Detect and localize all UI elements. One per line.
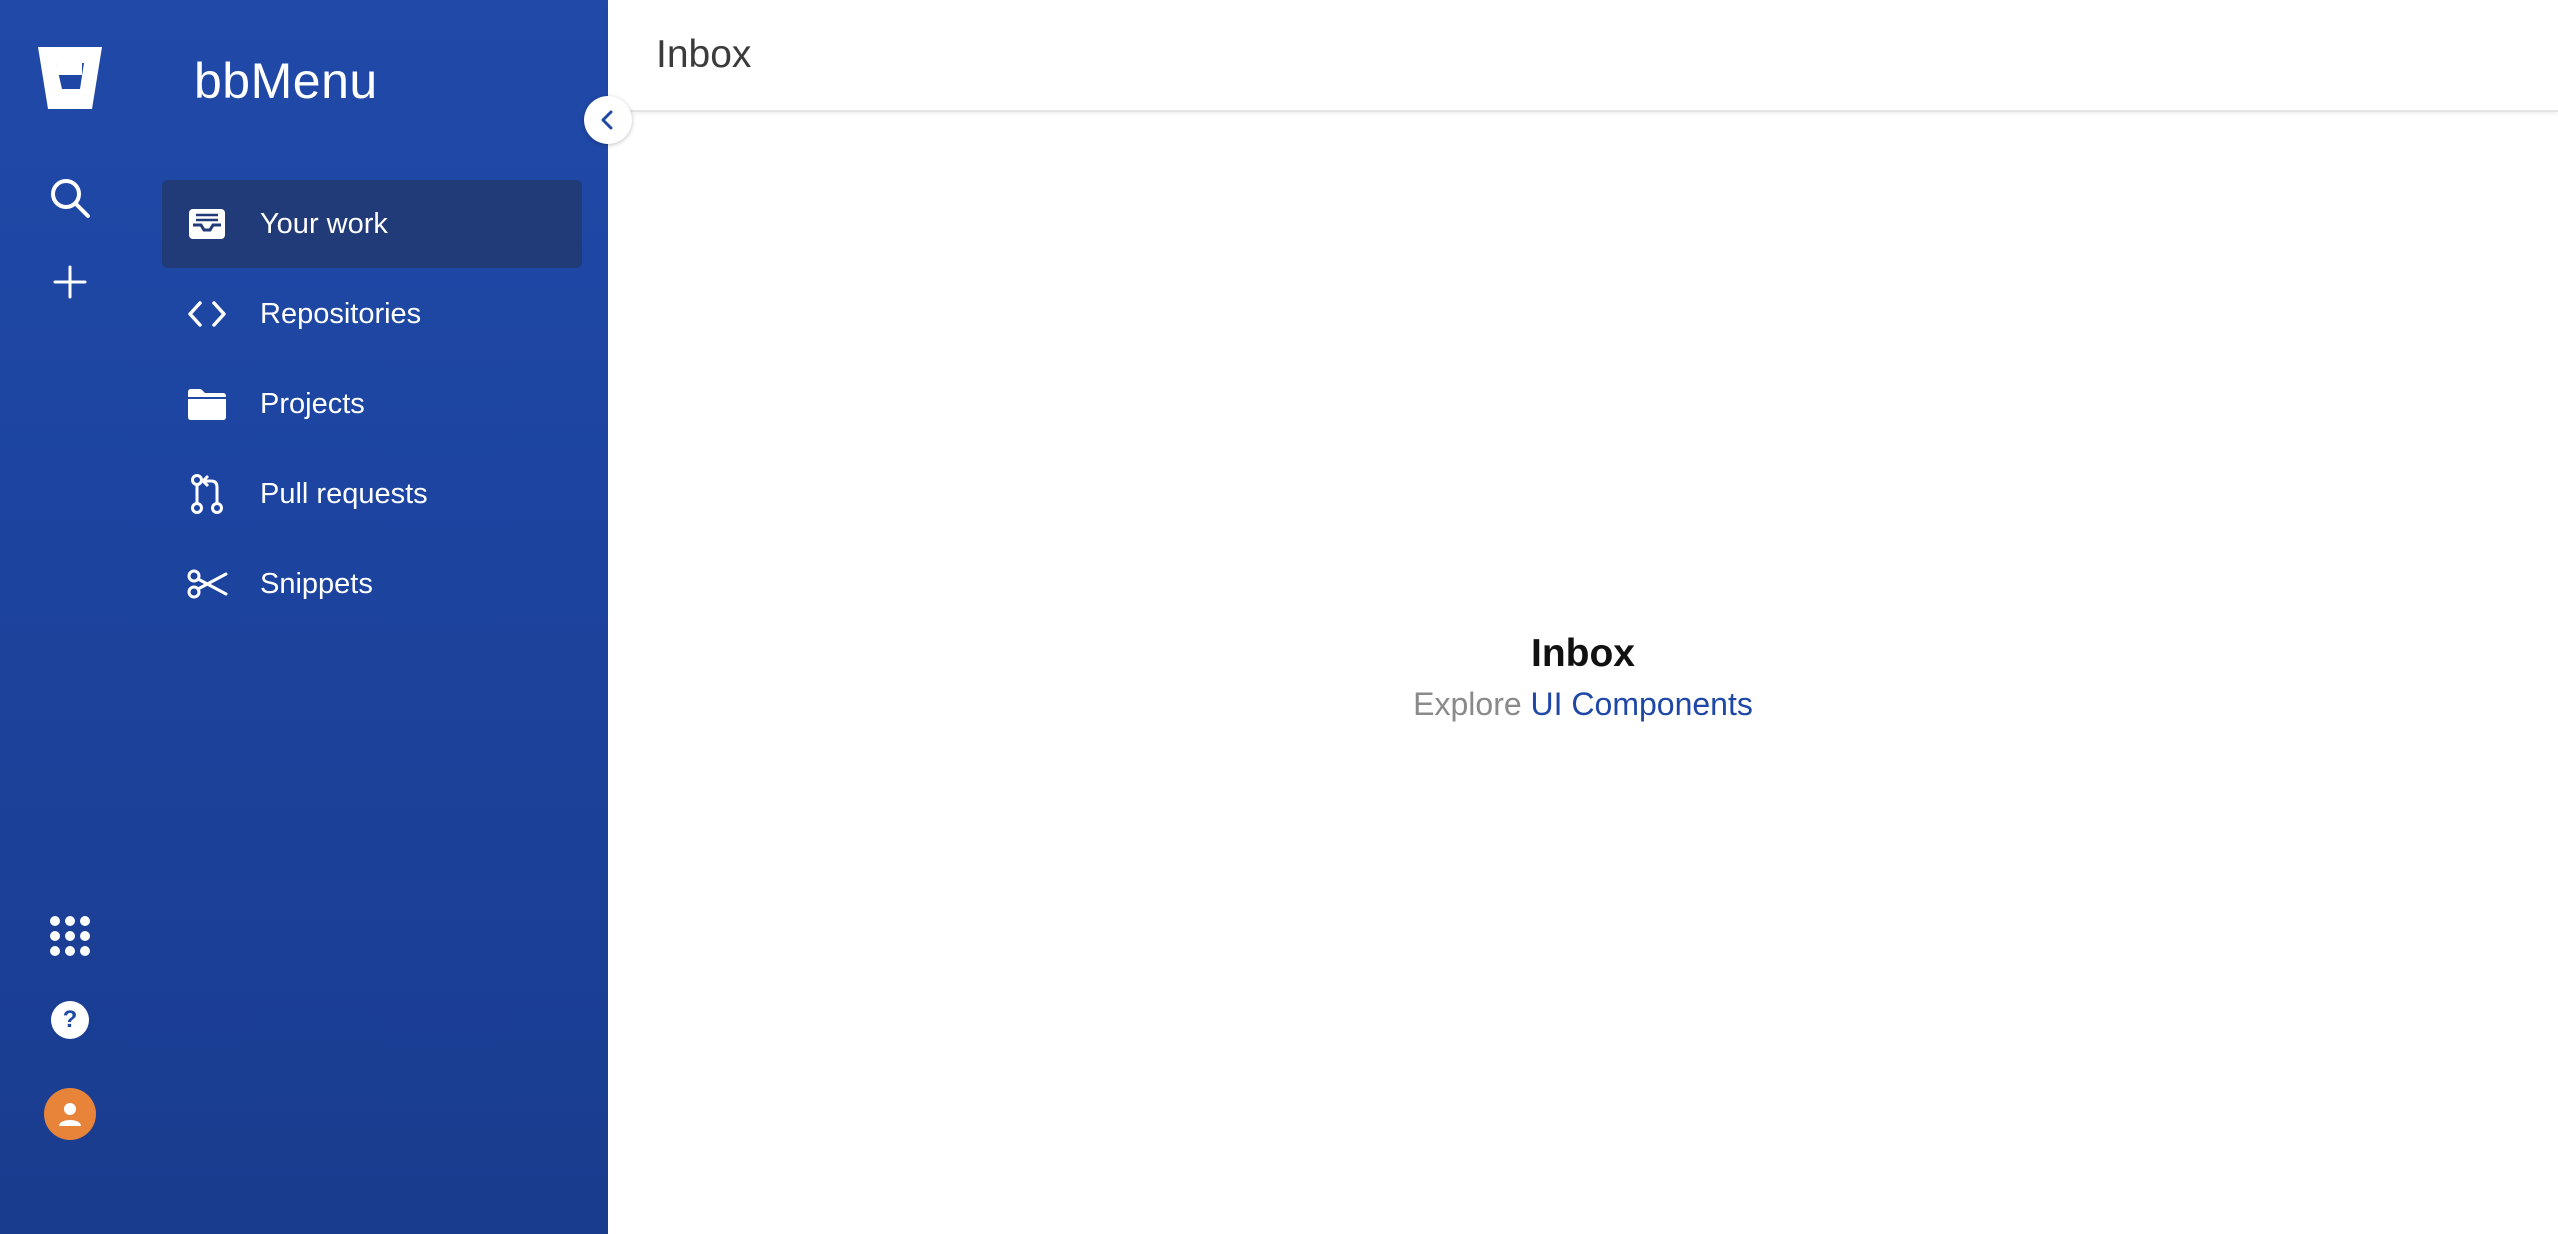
global-rail: ? (0, 0, 140, 1234)
nav-item-snippets[interactable]: Snippets (162, 540, 582, 628)
search-button[interactable] (34, 162, 106, 234)
bitbucket-logo-icon[interactable] (34, 42, 106, 114)
nav-item-label: Projects (260, 387, 365, 420)
search-icon (51, 179, 90, 218)
nav-item-label: Repositories (260, 297, 422, 330)
nav-item-pull-requests[interactable]: Pull requests (162, 450, 582, 538)
nav-item-projects[interactable]: Projects (162, 360, 582, 448)
nav-item-your-work[interactable]: Your work (162, 180, 582, 268)
create-button[interactable] (34, 246, 106, 318)
explore-text: Explore (1413, 686, 1522, 722)
ui-components-link[interactable]: UI Components (1531, 686, 1753, 722)
nav-item-repositories[interactable]: Repositories (162, 270, 582, 358)
empty-state-subtitle: Explore UI Components (608, 682, 2558, 726)
nav-item-label: Snippets (260, 567, 373, 600)
empty-state-title: Inbox (1531, 632, 1635, 675)
grid-icon (50, 916, 90, 956)
pull-request-icon (186, 473, 228, 515)
help-button[interactable]: ? (34, 984, 106, 1056)
main-content: Inbox Inbox Explore UI Components (608, 0, 2558, 1234)
product-nav: Your work Repositories Projects Pull req… (162, 180, 582, 630)
app-switcher-button[interactable] (34, 900, 106, 972)
folder-icon (186, 383, 228, 425)
chevron-left-icon (601, 110, 613, 130)
inbox-icon (186, 203, 228, 245)
page-title: Inbox (656, 33, 752, 76)
app-root: ? bbMenu Your work Repositories Projects… (0, 0, 2558, 1234)
collapse-sidebar-button[interactable] (584, 96, 632, 144)
help-glyph: ? (62, 1006, 78, 1033)
empty-state: Inbox Explore UI Components (608, 626, 2558, 726)
plus-icon (53, 265, 87, 299)
help-icon: ? (51, 1001, 89, 1039)
nav-item-label: Your work (260, 207, 388, 240)
product-title: bbMenu (194, 53, 378, 109)
page-header: Inbox (608, 0, 2558, 112)
scissors-icon (186, 563, 228, 605)
user-avatar-icon (44, 1088, 96, 1140)
nav-item-label: Pull requests (260, 477, 428, 510)
profile-button[interactable] (34, 1078, 106, 1150)
code-icon (186, 293, 228, 335)
